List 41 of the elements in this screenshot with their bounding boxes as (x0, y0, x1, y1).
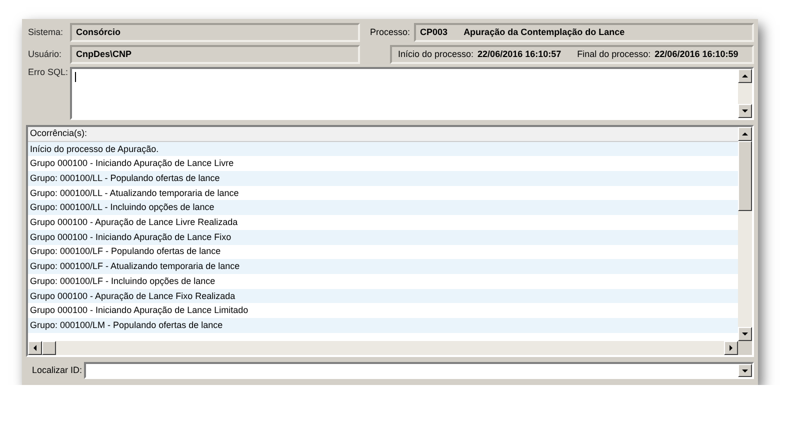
field-label: Final do processo: (577, 49, 651, 60)
right-arrow-icon (728, 345, 734, 351)
left-arrow-icon (32, 345, 38, 351)
list-row[interactable]: Grupo: 000100/LL - Populando ofertas de lance (28, 171, 738, 186)
field-label: Erro SQL: (27, 67, 70, 79)
scroll-down-button[interactable] (738, 327, 752, 341)
find-id-combobox[interactable] (84, 362, 754, 379)
list-header: Ocorrência(s): (28, 127, 738, 142)
process-name: Apuração da Contemplação do Lance (464, 27, 625, 38)
text-cursor (75, 72, 76, 82)
scroll-thumb[interactable] (738, 141, 752, 211)
field-label: Sistema: (27, 27, 64, 38)
scroll-thumb[interactable] (42, 341, 56, 355)
down-arrow-icon (742, 368, 748, 374)
scroll-down-button[interactable] (738, 104, 752, 118)
sql-error-field[interactable] (70, 67, 754, 120)
up-arrow-icon (742, 131, 748, 137)
list-row[interactable]: Grupo: 000100/LL - Incluindo opções de lance (28, 200, 738, 216)
system-value: Consórcio (76, 27, 121, 38)
list-row[interactable]: Grupo: 000100/LF - Atualizando temporaria de lance (28, 259, 738, 274)
scroll-up-button[interactable] (738, 69, 752, 83)
user-value: CnpDes\CNP (76, 49, 132, 60)
start-time: 22/06/2016 16:10:57 (478, 49, 562, 60)
up-arrow-icon (742, 73, 748, 79)
list-row[interactable]: Início do processo de Apuração. (28, 142, 738, 156)
list-row[interactable]: Grupo 000100 - Iniciando Apuração de Lance Fixo (28, 230, 738, 244)
dropdown-button[interactable] (738, 364, 752, 377)
field-label: Usuário: (27, 49, 63, 60)
scroll-up-button[interactable] (738, 127, 752, 141)
down-arrow-icon (742, 331, 748, 337)
field-label: Início do processo: (398, 49, 474, 60)
list-row[interactable]: Grupo 000100 - Apuração de Lance Fixo Realizada (28, 288, 738, 304)
end-time: 22/06/2016 16:10:59 (654, 49, 738, 60)
down-arrow-icon (742, 108, 748, 114)
scroll-left-button[interactable] (28, 341, 42, 355)
scrollbar-corner (738, 341, 752, 355)
process-code: CP003 (420, 27, 448, 38)
list-row[interactable]: Grupo: 000100/LM - Populando ofertas de lance (28, 318, 738, 333)
field-label: Localizar ID: (31, 365, 84, 376)
scroll-right-button[interactable] (724, 341, 738, 355)
field-label: Processo: (370, 27, 410, 38)
